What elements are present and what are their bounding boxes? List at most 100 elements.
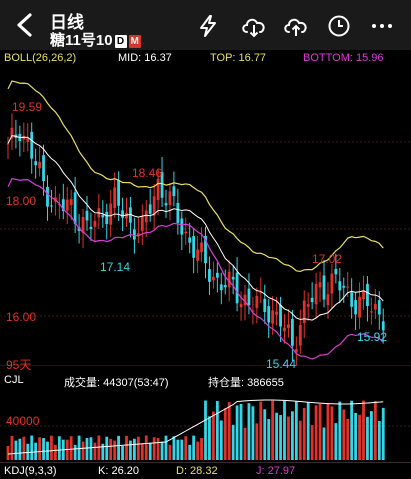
volume-bar — [117, 435, 120, 460]
annotation-low1: 17.14 — [100, 260, 131, 274]
annotation-last: 15.92 — [357, 330, 388, 344]
volume-bar — [50, 435, 53, 460]
volume-bar — [251, 406, 255, 460]
candle-body — [287, 324, 290, 329]
volume-bar — [346, 418, 350, 460]
volume-bar — [101, 443, 105, 460]
volume-bar — [366, 416, 369, 460]
volume-bar — [275, 412, 278, 460]
volume-bar — [129, 440, 132, 460]
volume-bar — [263, 409, 267, 460]
candle-body — [219, 284, 223, 291]
price-tick-18: 18.00 — [6, 194, 37, 208]
volume-bar — [160, 441, 164, 460]
volume-bar — [164, 435, 168, 460]
volume-bar — [362, 400, 365, 460]
candle-body — [314, 284, 318, 305]
volume-bar — [314, 405, 318, 460]
volume-bar — [338, 401, 342, 460]
volume-bar — [291, 411, 294, 460]
volume-bar — [377, 420, 381, 460]
candle-body — [117, 180, 120, 206]
candle-body — [239, 303, 243, 308]
candle-body — [322, 275, 326, 300]
candle-body — [168, 191, 172, 205]
candle-body — [354, 300, 357, 315]
candle-body — [302, 300, 306, 324]
more-icon[interactable] — [370, 14, 394, 38]
volume-bar — [287, 416, 290, 460]
kdj-legend: KDJ(9,3,3) K: 26.20 D: 28.32 J: 27.97 — [0, 462, 411, 479]
volume-bar — [196, 441, 199, 460]
volume-bar — [255, 423, 259, 460]
volume-bar — [42, 437, 45, 460]
candle-body — [370, 311, 373, 313]
volume-bar — [22, 436, 26, 460]
candle-body — [73, 192, 77, 224]
volume-bar — [243, 427, 247, 460]
volume-bar — [373, 401, 377, 460]
candle-body — [140, 215, 144, 231]
volume-bar — [212, 411, 215, 460]
volume-bar — [370, 411, 373, 460]
candle-body — [223, 284, 227, 288]
cloud-upload-icon[interactable] — [282, 14, 310, 38]
candle-body — [326, 294, 330, 306]
volume-bar — [330, 406, 334, 460]
candle-body — [196, 249, 199, 261]
boll-bottom: BOTTOM: 15.96 — [303, 52, 384, 64]
kdj-j: J: 27.97 — [256, 465, 296, 477]
candle-body — [50, 205, 53, 207]
volume-bar — [271, 400, 275, 460]
back-icon[interactable] — [14, 12, 36, 38]
candle-body — [38, 161, 41, 169]
volume-bar — [279, 415, 282, 460]
candle-body — [46, 186, 49, 207]
candle-body — [338, 281, 342, 291]
volume-bar — [215, 400, 219, 460]
candle-body — [334, 268, 338, 275]
main-contract-badge: M — [128, 35, 141, 48]
period-label: 95天 — [6, 358, 32, 372]
candle-body — [133, 229, 136, 240]
boll-top: TOP: 16.77 — [210, 52, 267, 64]
candle-body — [231, 276, 235, 280]
daily-badge: D — [114, 35, 127, 48]
volume-bar — [89, 437, 93, 460]
volume-bar — [358, 414, 361, 460]
candle-body — [6, 143, 10, 145]
candle-body — [156, 178, 160, 201]
candle-body — [26, 138, 30, 142]
candlestick-chart[interactable] — [0, 66, 411, 366]
cloud-download-icon[interactable] — [240, 14, 268, 38]
candle-body — [148, 204, 152, 214]
volume-bar — [38, 437, 41, 460]
volume-bar — [54, 444, 57, 460]
volume-bar — [192, 435, 196, 460]
volume-bar — [148, 442, 152, 460]
volume-bar — [176, 439, 180, 460]
lightning-icon[interactable] — [196, 14, 220, 38]
volume-bar — [334, 423, 338, 460]
volume-bar — [381, 407, 385, 460]
volume-axis-40000: 40000 — [6, 414, 40, 428]
volume-bar — [85, 437, 89, 460]
candle-body — [255, 295, 259, 308]
volume-bar — [188, 444, 192, 460]
volume-bar — [81, 441, 85, 460]
volume-bar — [152, 437, 156, 460]
volume-bar — [326, 403, 330, 460]
instrument-name: 糖11号10 D M — [50, 29, 141, 50]
volume-bar — [105, 436, 109, 460]
volume-bar — [93, 442, 97, 460]
volume-bar — [97, 435, 101, 460]
candle-body — [366, 283, 369, 307]
candle-body — [247, 288, 251, 306]
volume-bar — [247, 403, 251, 460]
candle-body — [267, 306, 271, 323]
candle-body — [184, 231, 188, 234]
volume-chart[interactable] — [0, 388, 411, 460]
annotation-peak2: 18.46 — [132, 166, 163, 180]
clock-icon[interactable] — [327, 14, 351, 38]
candle-body — [69, 199, 73, 206]
